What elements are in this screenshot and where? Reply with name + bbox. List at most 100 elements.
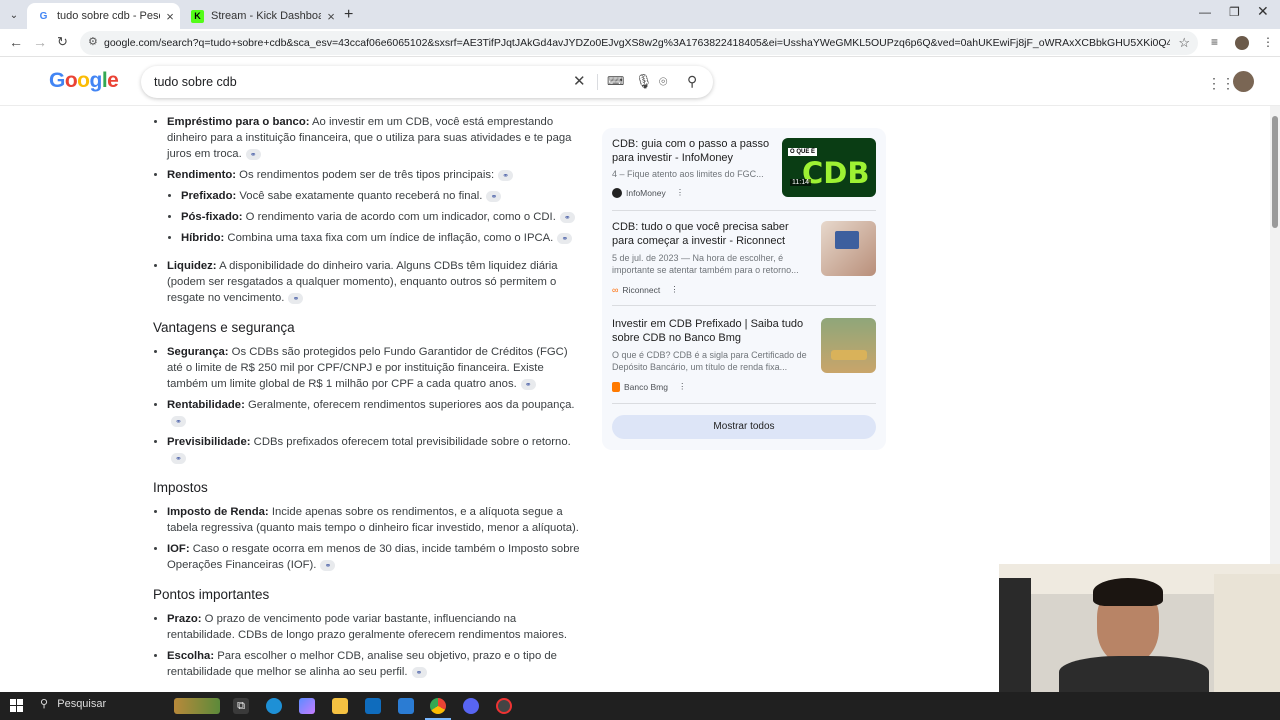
link-icon[interactable]: ⚭ — [498, 169, 514, 181]
scrollbar-thumb[interactable] — [1272, 116, 1278, 228]
microphone-icon[interactable]: 🎙 — [635, 73, 653, 90]
source-site: ∞ Riconnect ⋮ — [612, 284, 679, 295]
link-icon[interactable]: ⚭ — [245, 148, 261, 160]
source-snippet: 4 – Fique atento aos limites do FGC... — [612, 169, 764, 179]
edge-icon[interactable] — [266, 698, 282, 714]
new-tab-icon[interactable]: + — [344, 6, 353, 24]
source-card[interactable]: CDB: guia com o passo a passo para inves… — [612, 138, 876, 211]
minimize-icon[interactable]: — — [1199, 5, 1211, 19]
list-item: Imposto de Renda: Incide apenas sobre os… — [167, 504, 583, 536]
source-title[interactable]: CDB: guia com o passo a passo para inves… — [612, 138, 772, 165]
chrome-icon[interactable] — [430, 698, 446, 714]
back-icon[interactable]: ← — [9, 34, 23, 50]
list-item: Previsibilidade: CDBs prefixados oferece… — [167, 434, 583, 466]
ai-overview-content: Empréstimo para o banco: Ao investir em … — [153, 114, 583, 685]
site-info-icon[interactable]: ⚙ — [88, 35, 98, 48]
search-icon[interactable]: ⚲ — [687, 73, 697, 90]
close-window-icon[interactable]: ✕ — [1257, 3, 1269, 20]
section-heading: Pontos importantes — [153, 587, 270, 602]
google-favicon-icon: G — [39, 10, 48, 22]
menu-icon[interactable]: ⋮ — [1262, 35, 1274, 49]
link-icon[interactable]: ⚭ — [171, 452, 186, 464]
taskbar-widget[interactable] — [174, 698, 220, 714]
keyboard-icon[interactable]: ⌨ — [607, 74, 624, 88]
source-site: Banco Bmg ⋮ — [612, 381, 686, 392]
obs-icon[interactable] — [496, 698, 512, 714]
account-avatar[interactable] — [1233, 71, 1254, 92]
link-icon[interactable]: ⚭ — [320, 559, 336, 571]
list-item: Híbrido: Combina uma taxa fixa com um ín… — [181, 230, 583, 246]
list-item: Prefixado: Você sabe exatamente quanto r… — [181, 188, 583, 204]
section-heading: Impostos — [153, 480, 208, 495]
windows-start-icon[interactable] — [10, 699, 23, 712]
mail-icon[interactable] — [398, 698, 414, 714]
clear-icon[interactable]: ✕ — [573, 72, 586, 90]
store-icon[interactable] — [365, 698, 381, 714]
source-snippet: 5 de jul. de 2023 — Na hora de escolher,… — [612, 253, 799, 275]
bmg-favicon-icon — [612, 381, 620, 392]
video-duration: 11:14 — [790, 179, 811, 186]
windows-taskbar: ⚲ Pesquisar ⧉ — [0, 692, 1280, 720]
show-all-button[interactable]: Mostrar todos — [612, 415, 876, 439]
link-icon[interactable]: ⚭ — [557, 232, 573, 244]
source-snippet: O que é CDB? CDB é a sigla para Certific… — [612, 350, 807, 372]
link-icon[interactable]: ⚭ — [288, 292, 304, 304]
tab-google-search[interactable]: G tudo sobre cdb - Pesquisa Goo × — [27, 3, 180, 29]
list-item: Escolha: Para escolher o melhor CDB, ana… — [167, 648, 583, 680]
source-site: InfoMoney ⋮ — [612, 187, 684, 198]
google-header: Google tudo sobre cdb ✕ ⌨ 🎙 ⌾ ⚲ ⋮⋮⋮ — [0, 57, 1280, 106]
source-card[interactable]: CDB: tudo o que você precisa saber para … — [612, 221, 876, 306]
tab-search-icon[interactable]: ⌄ — [5, 6, 23, 24]
search-icon: ⚲ — [40, 698, 49, 710]
omnibox[interactable]: ⚙ google.com/search?q=tudo+sobre+cdb&sca… — [80, 31, 1198, 55]
restore-icon[interactable]: ❐ — [1229, 5, 1240, 19]
list-item: Rendimento: Os rendimentos podem ser de … — [167, 167, 583, 246]
link-icon[interactable]: ⚭ — [486, 190, 502, 202]
search-box[interactable]: tudo sobre cdb ✕ ⌨ 🎙 ⌾ ⚲ — [141, 66, 713, 98]
list-item: Pós-fixado: O rendimento varia de acordo… — [181, 209, 583, 225]
google-logo[interactable]: Google — [49, 69, 119, 93]
file-explorer-icon[interactable] — [332, 698, 348, 714]
discord-icon[interactable] — [463, 698, 479, 714]
tab-title: Stream - Kick Dashboard — [211, 10, 321, 22]
tab-kick-dashboard[interactable]: K Stream - Kick Dashboard × — [181, 3, 341, 29]
bookmark-star-icon[interactable]: ☆ — [1178, 35, 1190, 51]
forward-icon[interactable]: → — [33, 34, 47, 50]
sources-panel: CDB: guia com o passo a passo para inves… — [602, 128, 886, 450]
source-title[interactable]: CDB: tudo o que você precisa saber para … — [612, 221, 812, 248]
kick-favicon-icon: K — [191, 9, 204, 23]
tab-bar: ⌄ G tudo sobre cdb - Pesquisa Goo × K St… — [0, 0, 1280, 29]
video-thumbnail[interactable]: O QUE É CDB 11:14 — [782, 138, 876, 197]
media-controls-icon[interactable]: ≡ — [1211, 35, 1218, 49]
list-item: Segurança: Os CDBs são protegidos pelo F… — [167, 344, 583, 392]
list-item: Prazo: O prazo de vencimento pode variar… — [167, 611, 583, 643]
link-icon[interactable]: ⚭ — [411, 666, 427, 678]
riconnect-favicon-icon: ∞ — [612, 284, 619, 295]
list-item: IOF: Caso o resgate ocorra em menos de 3… — [167, 541, 583, 573]
tab-title: tudo sobre cdb - Pesquisa Goo — [57, 10, 160, 22]
url-text[interactable]: google.com/search?q=tudo+sobre+cdb&sca_e… — [104, 37, 1170, 49]
taskbar-search[interactable]: ⚲ Pesquisar — [40, 697, 106, 710]
task-view-icon[interactable]: ⧉ — [233, 698, 249, 714]
reload-icon[interactable]: ↻ — [57, 34, 68, 50]
section-heading: Vantagens e segurança — [153, 320, 295, 335]
source-card[interactable]: Investir em CDB Prefixado | Saiba tudo s… — [612, 318, 876, 404]
profile-avatar[interactable] — [1235, 36, 1249, 50]
article-thumbnail[interactable] — [821, 221, 876, 276]
search-input[interactable]: tudo sobre cdb — [154, 75, 237, 89]
link-icon[interactable]: ⚭ — [520, 378, 536, 390]
copilot-icon[interactable] — [299, 698, 315, 714]
infomoney-favicon-icon — [612, 187, 622, 198]
list-item: Rentabilidade: Geralmente, oferecem rend… — [167, 397, 583, 429]
list-item: Empréstimo para o banco: Ao investir em … — [167, 114, 583, 162]
address-bar: ← → ↻ ⚙ google.com/search?q=tudo+sobre+c… — [0, 29, 1280, 57]
webcam-overlay — [999, 564, 1280, 692]
link-icon[interactable]: ⚭ — [171, 415, 186, 427]
list-item: Liquidez: A disponibilidade do dinheiro … — [167, 258, 583, 306]
close-tab-icon[interactable]: × — [160, 9, 180, 24]
lens-camera-icon[interactable]: ⌾ — [659, 73, 667, 90]
link-icon[interactable]: ⚭ — [559, 211, 575, 223]
close-tab-icon[interactable]: × — [321, 9, 341, 24]
article-thumbnail[interactable] — [821, 318, 876, 373]
source-title[interactable]: Investir em CDB Prefixado | Saiba tudo s… — [612, 318, 812, 345]
